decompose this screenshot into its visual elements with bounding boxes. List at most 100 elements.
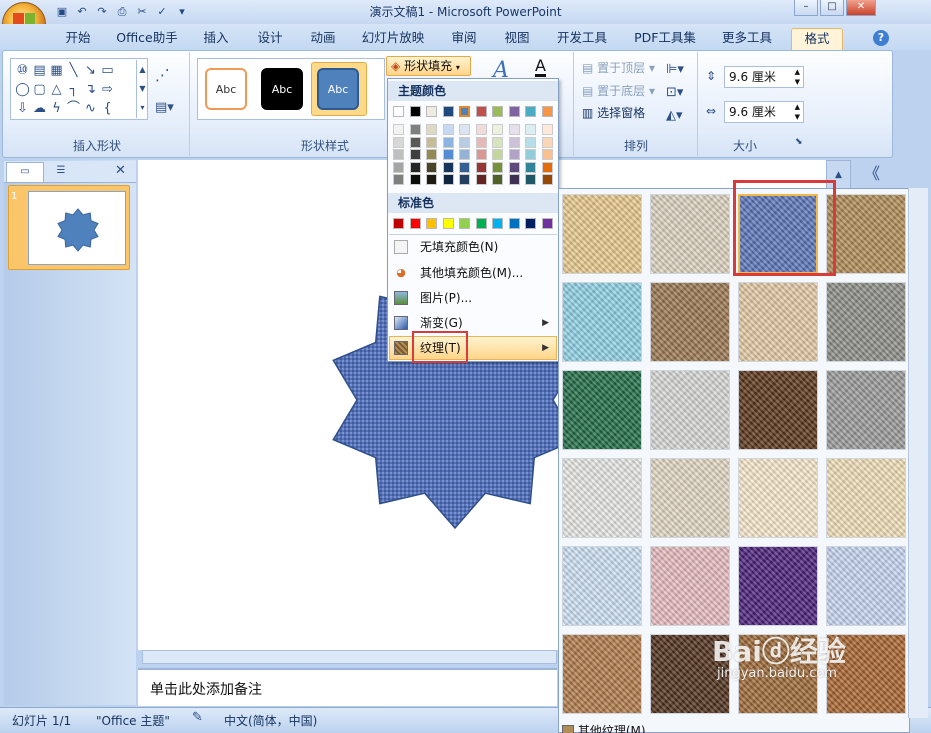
theme-shade-swatch[interactable] — [508, 174, 520, 185]
tab-design[interactable]: 设计 — [250, 28, 290, 50]
theme-shade-swatch[interactable] — [426, 124, 437, 135]
theme-color-swatch[interactable] — [475, 106, 487, 117]
standard-color-swatch[interactable] — [442, 218, 454, 229]
theme-color-swatch[interactable] — [508, 106, 520, 117]
texture-newsprint[interactable] — [562, 458, 642, 538]
theme-shade-swatch[interactable] — [541, 136, 553, 148]
send-to-back-button[interactable]: ▤ 置于底层 ▾ — [582, 82, 655, 99]
theme-shade-swatch[interactable] — [508, 136, 520, 148]
texture-blue-tissue-paper[interactable] — [562, 546, 642, 626]
theme-shade-swatch[interactable] — [541, 174, 553, 185]
cut-icon[interactable]: ✂ — [134, 4, 150, 20]
texture-parchment[interactable] — [738, 458, 818, 538]
close-button[interactable]: ✕ — [846, 0, 876, 16]
theme-color-swatch[interactable] — [409, 106, 421, 117]
texture-sand[interactable] — [826, 282, 906, 362]
notes-pane[interactable]: 单击此处添加备注 — [138, 668, 557, 706]
help-icon[interactable]: ? — [873, 30, 889, 46]
tab-insert[interactable]: 插入 — [196, 28, 236, 50]
tab-animation[interactable]: 动画 — [303, 28, 343, 50]
texture-green-marble[interactable] — [562, 370, 642, 450]
theme-shade-swatch[interactable] — [525, 161, 536, 173]
standard-color-swatch[interactable] — [492, 218, 503, 229]
standard-color-swatch[interactable] — [409, 218, 421, 229]
standard-color-swatch[interactable] — [508, 218, 520, 229]
theme-shade-swatch[interactable] — [442, 161, 454, 173]
theme-color-swatch[interactable] — [442, 106, 454, 117]
menu-item-picture[interactable]: 图片(P)... — [389, 286, 557, 310]
shapes-gallery-scroll[interactable]: ▲ ▼ ▾ — [136, 60, 148, 118]
textbox-shape-icon[interactable]: ⑩ — [14, 62, 31, 80]
size-dialog-launcher-icon[interactable]: ⬊ — [795, 137, 803, 147]
texture-paper-bag[interactable] — [650, 282, 730, 362]
texture-water-droplets[interactable] — [562, 282, 642, 362]
more-textures-item[interactable]: 其他纹理(M)... — [562, 722, 657, 733]
shapes-gallery[interactable]: ⑩ ▤ ▦ ╲ ↘ ▭ ◯ ▢ △ ┐ ↴ ⇨ ⇩ ☁ ϟ ⌒ ∿{ — [10, 58, 148, 120]
theme-color-swatch[interactable] — [492, 106, 503, 117]
align-icons[interactable]: ⊫▾ ⊡▾ ◭▾ — [666, 58, 684, 127]
texture-cork[interactable] — [562, 634, 642, 714]
edit-shape-icon[interactable]: ⋰ — [155, 66, 170, 84]
theme-shade-swatch[interactable] — [393, 161, 404, 173]
theme-shade-swatch[interactable] — [409, 174, 421, 185]
text-fill-icon[interactable]: A — [535, 58, 546, 77]
curve-shape-icon[interactable]: ⌒ — [65, 100, 82, 118]
standard-color-swatch[interactable] — [459, 218, 470, 229]
texture-brown-marble[interactable] — [738, 370, 818, 450]
standard-color-swatch[interactable] — [426, 218, 437, 229]
spell-check-icon[interactable]: ✎ — [192, 710, 203, 725]
theme-color-swatch[interactable] — [541, 106, 553, 117]
texture-pink-tissue-paper[interactable] — [650, 546, 730, 626]
right-arrow-shape-icon[interactable]: ⇨ — [99, 81, 116, 99]
theme-color-swatch[interactable] — [525, 106, 536, 117]
theme-shade-swatch[interactable] — [508, 149, 520, 160]
horizontal-scrollbar[interactable] — [142, 650, 557, 664]
theme-shade-swatch[interactable] — [426, 149, 437, 160]
theme-shade-swatch[interactable] — [459, 136, 470, 148]
oval-shape-icon[interactable]: ◯ — [14, 81, 31, 99]
table-shape-icon[interactable]: ▦ — [48, 62, 65, 80]
theme-shade-swatch[interactable] — [492, 149, 503, 160]
texture-granite[interactable] — [826, 370, 906, 450]
tab-slideshow[interactable]: 幻灯片放映 — [356, 28, 430, 50]
lightning-shape-icon[interactable]: ϟ — [48, 100, 65, 118]
texture-papyrus[interactable] — [562, 194, 642, 274]
tab-review[interactable]: 审阅 — [444, 28, 484, 50]
brace-shape-icon[interactable]: { — [99, 100, 116, 118]
theme-shade-swatch[interactable] — [442, 124, 454, 135]
theme-shade-swatch[interactable] — [426, 161, 437, 173]
theme-shade-swatch[interactable] — [541, 161, 553, 173]
texture-bouquet[interactable] — [826, 546, 906, 626]
texture-canvas[interactable] — [650, 194, 730, 274]
redo-icon[interactable]: ↷ — [94, 4, 110, 20]
tab-office-assistant[interactable]: Office助手 — [112, 28, 182, 50]
image-shape-icon[interactable]: ▤ — [31, 62, 48, 80]
theme-shade-swatch[interactable] — [459, 149, 470, 160]
texture-recycled-paper[interactable] — [650, 458, 730, 538]
outline-tab-icon[interactable]: ☰ — [46, 162, 76, 182]
maximize-button[interactable]: □ — [820, 0, 844, 16]
tab-home[interactable]: 开始 — [56, 28, 100, 50]
theme-shade-swatch[interactable] — [475, 174, 487, 185]
tab-developer[interactable]: 开发工具 — [551, 28, 613, 50]
theme-shade-swatch[interactable] — [409, 136, 421, 148]
theme-shade-swatch[interactable] — [475, 124, 487, 135]
close-pane-icon[interactable]: ✕ — [115, 163, 126, 178]
theme-shade-swatch[interactable] — [393, 174, 404, 185]
theme-shade-swatch[interactable] — [442, 174, 454, 185]
width-input[interactable]: 9.6 厘米 ▲ ▼ — [724, 101, 804, 123]
theme-shade-swatch[interactable] — [525, 174, 536, 185]
theme-shade-swatch[interactable] — [541, 124, 553, 135]
style-tile-blue[interactable]: Abc — [317, 68, 359, 110]
theme-color-swatch[interactable] — [426, 106, 437, 117]
style-tile-dark[interactable]: Abc — [261, 68, 303, 110]
theme-shade-swatch[interactable] — [525, 149, 536, 160]
slide-thumbnail[interactable] — [28, 191, 126, 265]
theme-shade-swatch[interactable] — [409, 149, 421, 160]
theme-shade-swatch[interactable] — [508, 124, 520, 135]
tab-view[interactable]: 视图 — [497, 28, 537, 50]
theme-shade-swatch[interactable] — [393, 136, 404, 148]
standard-color-swatch[interactable] — [393, 218, 404, 229]
theme-shade-swatch[interactable] — [492, 136, 503, 148]
theme-shade-swatch[interactable] — [393, 124, 404, 135]
